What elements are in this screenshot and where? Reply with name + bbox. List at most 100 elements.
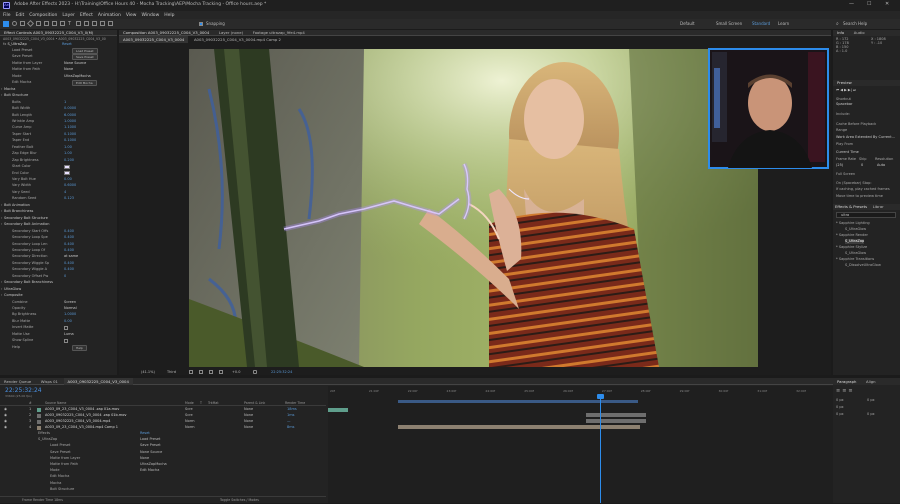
effect-prop-value[interactable]: 0.0000 [64,106,76,111]
zoom-tool-icon[interactable] [20,21,25,26]
tab-libraries[interactable]: Librar [871,204,886,210]
effect-prop-value[interactable]: 0.400 [64,235,74,240]
effect-prop-value[interactable]: 0.1000 [64,132,76,137]
close-button[interactable]: ✕ [885,1,889,7]
effect-prop-value[interactable]: 1.0000 [64,312,76,317]
effect-prop-value[interactable]: 0.400 [64,242,74,247]
roto-brush-tool-icon[interactable] [100,21,105,26]
visibility-eye-icon[interactable]: ◉ [4,419,7,425]
effect-prop-button[interactable]: Edit Mocha [72,80,97,87]
tab-audio[interactable]: Audio [850,30,869,36]
effect-prop-value[interactable]: 0.400 [64,248,74,253]
menu-edit[interactable]: Edit [16,13,25,18]
effect-prop-dropdown[interactable]: Normal [64,306,77,311]
guide-options-icon[interactable] [219,370,223,374]
table-row[interactable]: ◉ 2 A003_09032225_C004_V3_0004 .zap 01b.mo… [0,413,326,419]
subtab-comp-2[interactable]: A003_09032225_C004_V3_0004.mp4 Comp 2 [190,36,285,43]
skip-dropdown[interactable]: 0 [861,163,863,168]
type-tool-icon[interactable]: T [68,21,71,27]
effect-prop-value[interactable]: 6.0000 [64,113,76,118]
effect-item[interactable]: S_UltraZap [845,239,865,244]
move-time-checkbox[interactable]: Move time to preview time [836,194,883,199]
resolution-dropdown-preview[interactable]: Auto [877,163,885,168]
disclosure-triangle-icon[interactable]: › [1,216,2,221]
timeline-property-row[interactable]: Edit Mocha [50,474,69,479]
effect-prop-button[interactable]: Load Preset [72,48,98,54]
space-before[interactable]: 0 px [836,412,844,417]
timeline-property-row[interactable]: S_UltraZap Load Preset [38,437,160,442]
full-screen-checkbox[interactable]: Full Screen [836,172,855,177]
timeline-property-row[interactable]: Load Preset Save Preset [50,443,161,448]
timeline-property-value[interactable]: Load Preset [140,437,160,442]
layer-label-color[interactable] [37,408,41,412]
effect-prop-dropdown[interactable]: None [64,67,73,72]
table-row[interactable]: ◉ 3 A003_09032225_C004_V3_0004.mp4 Norm None… [0,419,326,425]
table-row[interactable]: ◉ 4 A003_09_23_C004_V3_0004.mp4 Comp 1 Norm… [0,425,326,431]
timeline-property-value[interactable]: UltraZapMocha [140,462,167,467]
eraser-tool-icon[interactable] [92,21,97,26]
preview-shortcut-dropdown[interactable]: Spacebar [836,102,852,107]
effect-prop-value[interactable]: 0.400 [64,261,74,266]
effect-prop-dropdown[interactable]: UltraZapMocha [64,74,91,79]
preview-transport-controls[interactable]: ⏮ ◀ ▶ ▶| ⏭ [836,88,856,93]
layer-label-color[interactable] [37,420,41,424]
effect-prop-button[interactable]: Help [72,344,87,351]
search-icon[interactable]: ⌕ [836,21,839,27]
timeline-property-row[interactable]: Matte from Layer None [50,456,149,461]
workspace-learn[interactable]: Learn [778,21,789,26]
tab-info[interactable]: Info [833,30,848,36]
timeline-timecode[interactable]: 22:25:32:24 [5,387,42,394]
effect-prop-value[interactable]: 0.1000 [64,138,76,143]
camera-tool-icon[interactable] [36,21,41,26]
playhead[interactable] [600,396,601,503]
tab-render-queue[interactable]: Render Queue [0,378,35,385]
pan-behind-tool-icon[interactable] [44,21,49,26]
preview-title[interactable]: Preview [833,80,856,86]
fast-previews-icon[interactable] [189,370,193,374]
play-cached-checkbox[interactable]: If caching, play cached frames [836,187,890,192]
disclosure-triangle-icon[interactable]: › [1,293,2,298]
effect-prop-value[interactable]: 1.1000 [64,125,76,130]
resolution-dropdown[interactable]: Third [167,370,176,375]
visibility-eye-icon[interactable]: ◉ [4,407,7,413]
color-swatch[interactable] [64,171,70,176]
effect-prop-value[interactable]: 0.123 [64,196,74,201]
tab-wisps[interactable]: Wisps 01 [37,378,62,385]
workspace-small-screen[interactable]: Small Screen [716,21,742,26]
disclosure-triangle-icon[interactable]: › [1,222,2,227]
effect-prop-button[interactable]: Save Preset [72,54,98,61]
snapshot-camera-icon[interactable] [253,370,257,374]
effects-category[interactable]: * Sapphire Transitions [836,257,874,262]
effect-prop-value[interactable]: 0.00 [64,177,72,182]
color-swatch[interactable] [64,164,70,169]
rotation-tool-icon[interactable] [26,19,35,28]
minimize-button[interactable]: — [849,1,854,7]
workspace-standard[interactable]: Standard [752,21,770,26]
menu-animation[interactable]: Animation [98,13,121,18]
effect-prop-value[interactable]: 1.0000 [64,119,76,124]
snapping-checkbox[interactable] [199,22,203,26]
frame-rate-dropdown[interactable]: (25) [836,163,843,168]
effect-prop-value[interactable]: 0 [64,274,66,279]
maximize-button[interactable]: ☐ [867,1,871,7]
effect-prop-checkbox[interactable] [64,325,68,330]
timeline-property-row[interactable]: Save Preset None Source [50,450,162,455]
effects-category[interactable]: * Sapphire Lighting [836,221,870,226]
timeline-property-value[interactable]: None Source [140,450,162,455]
pen-tool-icon[interactable] [60,21,65,26]
disclosure-triangle-icon[interactable]: › [1,280,2,285]
disclosure-triangle-icon[interactable]: › [1,209,2,214]
magnification-dropdown[interactable]: (41.1%) [141,370,155,375]
timeline-graph[interactable]: 20f 21:00f 22:00f 23:00f 24:00f 25:00f 26:00f 2… [328,386,833,503]
search-help-input[interactable]: Search Help [843,21,867,26]
menu-effect[interactable]: Effect [80,13,93,18]
timeline-property-row[interactable]: Mocha [50,481,61,486]
effect-prop-dropdown[interactable]: Luma [64,332,74,337]
effect-item[interactable]: S_UltraGlow [845,227,866,232]
layer-label-color[interactable] [37,426,41,430]
table-row[interactable]: ◉ 1 A003_09_23_C004_V3_0004 .zap 01a.mov Sc… [0,407,326,413]
layer-label-color[interactable] [37,414,41,418]
effect-prop-value[interactable]: 0.6000 [64,183,76,188]
menu-window[interactable]: Window [142,13,160,18]
layer-1-bar[interactable] [328,408,348,412]
